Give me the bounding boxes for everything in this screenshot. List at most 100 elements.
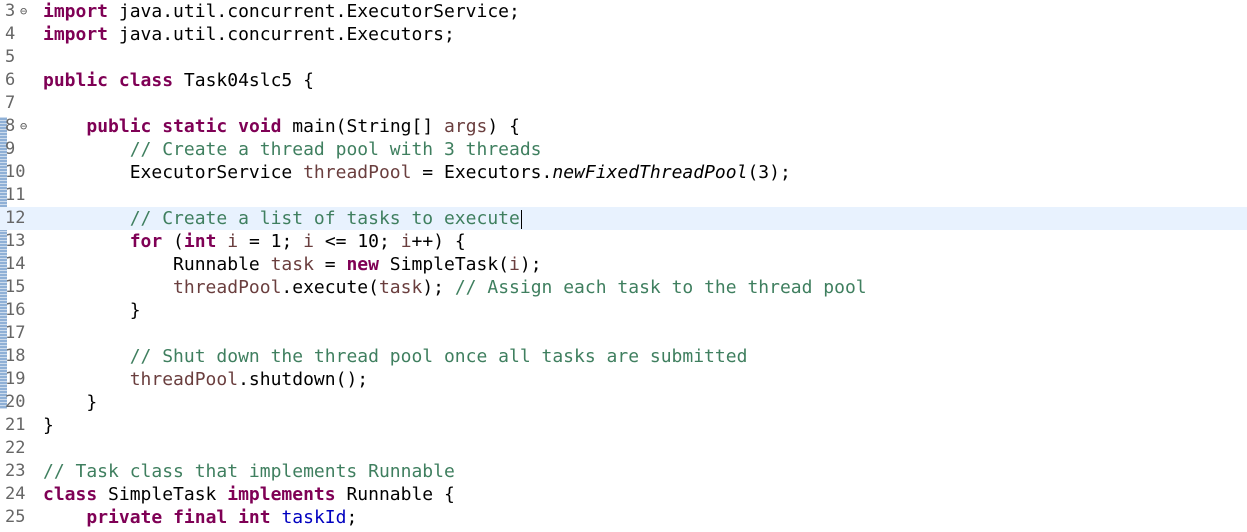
code-text[interactable]: import java.util.concurrent.Executors; <box>43 23 455 46</box>
code-text[interactable]: // Create a list of tasks to execute <box>43 207 522 230</box>
code-token: ++) { <box>411 231 466 252</box>
code-line[interactable]: 23 // Task class that implements Runnable <box>0 460 1247 483</box>
line-number: 10 <box>5 162 26 182</box>
code-line[interactable]: 13 for (int i = 1; i <= 10; i++) { <box>0 230 1247 253</box>
code-line[interactable]: 21} <box>0 414 1247 437</box>
line-number: 11 <box>5 185 26 205</box>
line-number: 17 <box>5 323 26 343</box>
code-line[interactable]: 18 // Shut down the thread pool once all… <box>0 345 1247 368</box>
keyword-token: new <box>346 254 379 275</box>
code-token: } <box>43 415 54 436</box>
fold-collapse-icon[interactable]: ⊖ <box>20 115 27 138</box>
line-number: 7 <box>5 93 16 113</box>
code-line[interactable]: 14 Runnable task = new SimpleTask(i); <box>0 253 1247 276</box>
code-line[interactable]: 5 <box>0 46 1247 69</box>
code-token: ) { <box>487 116 520 137</box>
code-text[interactable]: Runnable task = new SimpleTask(i); <box>43 253 542 276</box>
fold-collapse-icon[interactable]: ⊖ <box>20 0 27 23</box>
code-line[interactable]: 17 <box>0 322 1247 345</box>
code-line[interactable]: 25 private final int taskId; <box>0 506 1247 529</box>
code-token: java.util.concurrent.ExecutorService; <box>108 1 520 22</box>
code-text[interactable]: private final int taskId; <box>43 506 357 529</box>
keyword-token: implements <box>227 484 336 505</box>
code-line[interactable]: 10 ExecutorService threadPool = Executor… <box>0 161 1247 184</box>
line-number: 12 <box>5 208 26 228</box>
keyword-token: class <box>43 484 98 505</box>
code-token: = <box>313 254 347 275</box>
code-editor[interactable]: 3 ⊖ import java.util.concurrent.ExecutorSe… <box>0 0 1247 532</box>
code-line[interactable]: 19 threadPool.shutdown(); <box>0 368 1247 391</box>
keyword-token: public <box>43 70 109 91</box>
keyword-token: private <box>86 507 163 528</box>
line-number: 13 <box>5 231 26 251</box>
code-line[interactable]: 24 class SimpleTask implements Runnable { <box>0 483 1247 506</box>
code-text[interactable]: // Create a thread pool with 3 threads <box>43 138 542 161</box>
code-text[interactable]: } <box>43 299 141 322</box>
code-line[interactable]: 8 ⊖ public static void main(String[] args… <box>0 115 1247 138</box>
code-text[interactable]: // Task class that implements Runnable <box>43 460 455 483</box>
code-token: main(String[] <box>281 116 445 137</box>
keyword-token: class <box>118 70 174 91</box>
code-text[interactable]: ExecutorService threadPool = Executors.n… <box>43 161 791 184</box>
code-token: ); <box>519 254 542 275</box>
line-number: 6 <box>5 70 16 90</box>
code-line[interactable]: 11 <box>0 184 1247 207</box>
code-token: } <box>43 300 141 321</box>
line-number: 16 <box>5 300 26 320</box>
code-text[interactable]: import java.util.concurrent.ExecutorServ… <box>43 0 520 23</box>
code-text[interactable]: threadPool.execute(task); // Assign each… <box>43 276 867 299</box>
code-line[interactable]: 22 <box>0 437 1247 460</box>
code-text[interactable]: for (int i = 1; i <= 10; i++) { <box>43 230 466 253</box>
line-number: 25 <box>5 507 26 527</box>
text-cursor <box>520 209 522 229</box>
code-token: SimpleTask( <box>378 254 510 275</box>
code-line[interactable]: 6 public class Task04slc5 { <box>0 69 1247 92</box>
comment-token: // Assign each task to the thread pool <box>454 277 867 298</box>
comment-token: // Shut down the thread pool once all ta… <box>129 346 748 367</box>
line-number: 22 <box>5 438 26 458</box>
code-token: } <box>43 392 98 413</box>
code-line[interactable]: 20 } <box>0 391 1247 414</box>
line-number: 3 <box>5 1 16 21</box>
line-number: 5 <box>5 47 16 67</box>
code-token: SimpleTask <box>97 484 228 505</box>
code-line[interactable]: 7 <box>0 92 1247 115</box>
code-text[interactable]: class SimpleTask implements Runnable { <box>43 483 455 506</box>
code-line[interactable]: 16 } <box>0 299 1247 322</box>
line-number: 18 <box>5 346 26 366</box>
code-line[interactable]: 12 // Create a list of tasks to execute <box>0 207 1247 230</box>
code-text[interactable]: public static void main(String[] args) { <box>43 115 520 138</box>
code-text[interactable]: public class Task04slc5 { <box>43 69 314 92</box>
line-number: 24 <box>5 484 26 504</box>
code-token: <= 10; <box>313 231 401 252</box>
line-number: 4 <box>5 24 16 44</box>
code-text[interactable]: } <box>43 414 54 437</box>
code-token: (3); <box>747 162 791 183</box>
code-line[interactable]: 15 threadPool.execute(task); // Assign e… <box>0 276 1247 299</box>
code-line[interactable]: 3 ⊖ import java.util.concurrent.ExecutorSe… <box>0 0 1247 23</box>
code-token: Runnable { <box>335 484 455 505</box>
code-text[interactable]: } <box>43 391 97 414</box>
code-line[interactable]: 4 import java.util.concurrent.Executors; <box>0 23 1247 46</box>
line-number: 14 <box>5 254 26 274</box>
variable-token: threadPool <box>303 162 412 183</box>
keyword-token: import <box>43 1 109 22</box>
keyword-token: import <box>43 24 109 45</box>
code-text[interactable]: // Shut down the thread pool once all ta… <box>43 345 748 368</box>
keyword-token: public <box>86 116 152 137</box>
code-text[interactable]: threadPool.shutdown(); <box>43 368 368 391</box>
code-line[interactable]: 9 // Create a thread pool with 3 threads <box>0 138 1247 161</box>
variable-token: i <box>400 231 412 252</box>
keyword-token: for <box>129 231 163 252</box>
code-token: .shutdown(); <box>238 369 369 390</box>
variable-token: task <box>378 277 423 298</box>
code-token: Task04slc5 { <box>173 70 314 91</box>
